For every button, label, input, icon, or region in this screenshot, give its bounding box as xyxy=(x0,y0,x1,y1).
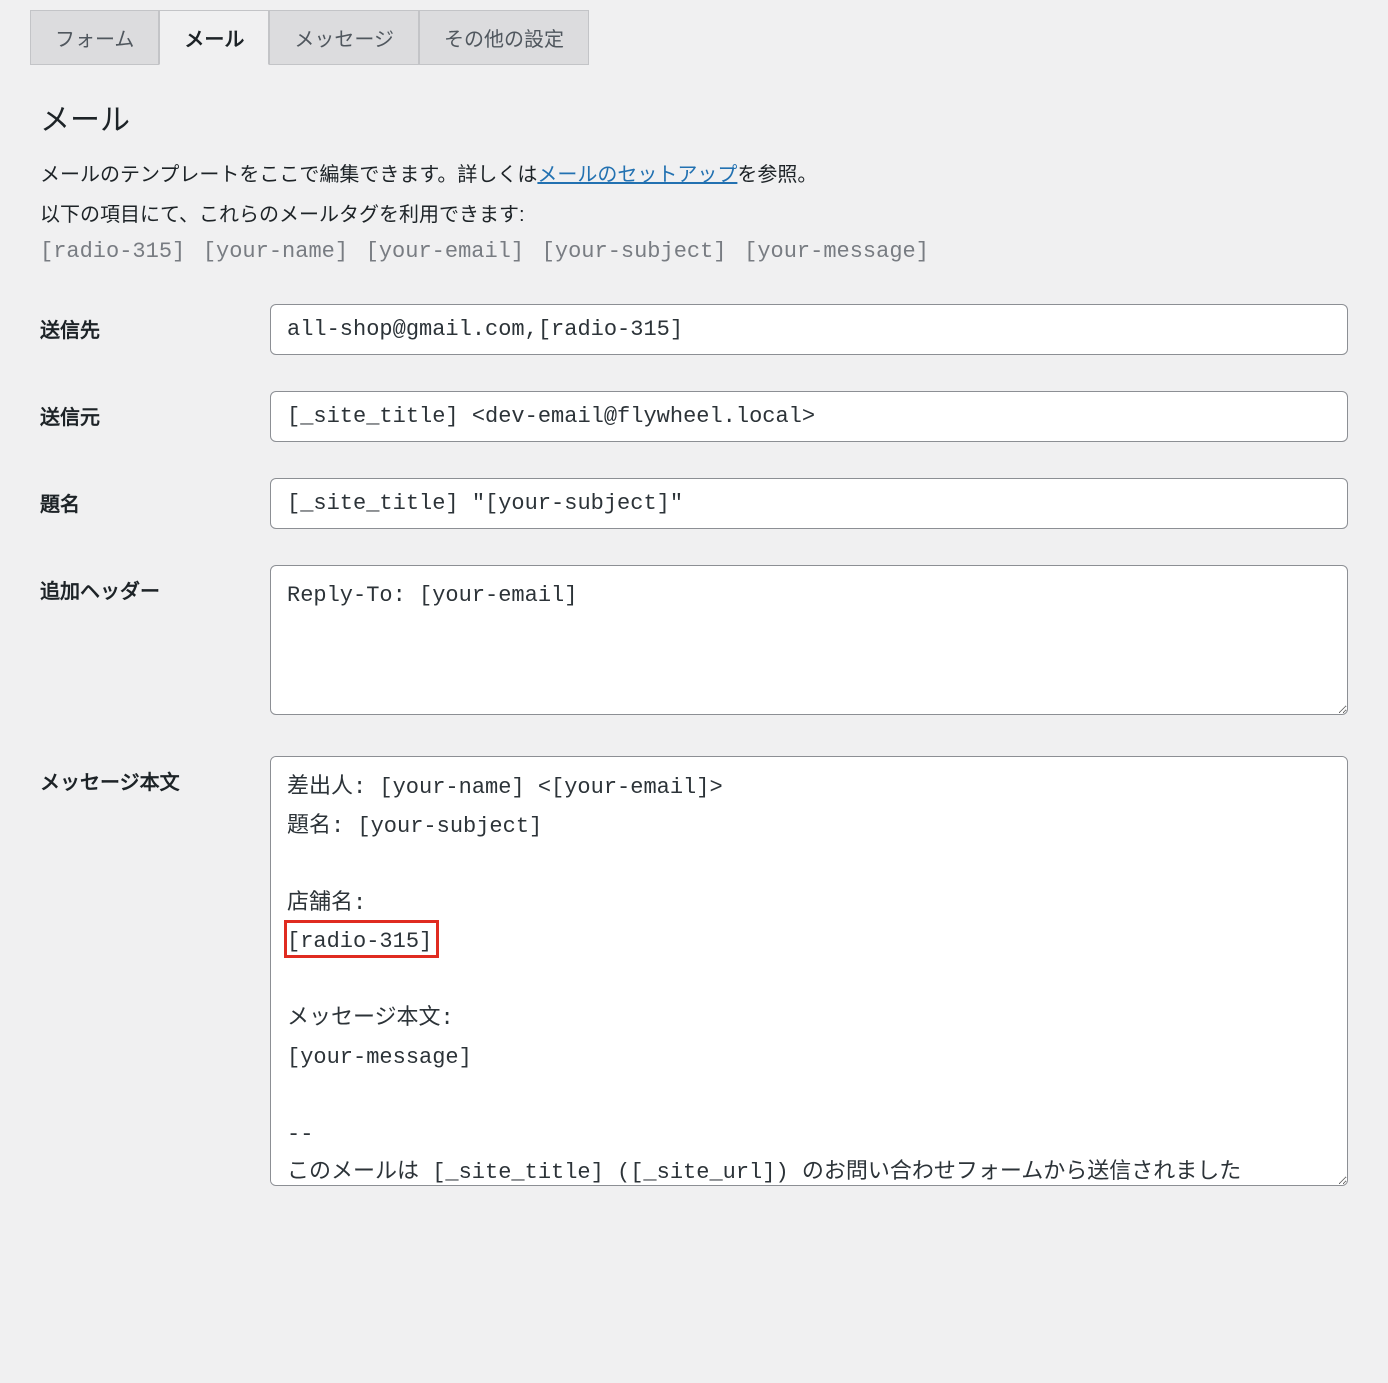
mail-setup-link[interactable]: メールのセットアップ xyxy=(537,164,737,186)
description-suffix: を参照。 xyxy=(737,164,817,186)
input-from[interactable] xyxy=(270,391,1348,442)
description-prefix: メールのテンプレートをここで編集できます。詳しくは xyxy=(40,164,537,186)
tabs-navigation: フォーム メール メッセージ その他の設定 xyxy=(0,0,1388,66)
input-subject[interactable] xyxy=(270,478,1348,529)
textarea-body[interactable]: 差出人: [your-name] <[your-email]> 題名: [you… xyxy=(270,756,1348,1186)
label-subject: 題名 xyxy=(40,478,270,517)
panel-title: メール xyxy=(40,95,1348,139)
mail-tags-list: [radio-315] [your-name] [your-email] [yo… xyxy=(40,239,1348,264)
row-headers: 追加ヘッダー Reply-To: [your-email] xyxy=(40,565,1348,720)
input-to[interactable] xyxy=(270,304,1348,355)
mail-panel: メール メールのテンプレートをここで編集できます。詳しくはメールのセットアップを… xyxy=(0,65,1388,1257)
tab-form[interactable]: フォーム xyxy=(30,10,159,65)
label-from: 送信元 xyxy=(40,391,270,430)
textarea-headers[interactable]: Reply-To: [your-email] xyxy=(270,565,1348,715)
tab-mail[interactable]: メール xyxy=(159,10,269,65)
row-to: 送信先 xyxy=(40,304,1348,355)
panel-description: メールのテンプレートをここで編集できます。詳しくはメールのセットアップを参照。 xyxy=(40,159,1348,191)
tags-intro: 以下の項目にて、これらのメールタグを利用できます: xyxy=(40,199,1348,231)
row-body: メッセージ本文 差出人: [your-name] <[your-email]> … xyxy=(40,756,1348,1191)
label-body: メッセージ本文 xyxy=(40,756,270,795)
tab-additional-settings[interactable]: その他の設定 xyxy=(419,10,589,65)
row-from: 送信元 xyxy=(40,391,1348,442)
tab-messages[interactable]: メッセージ xyxy=(269,10,419,65)
label-to: 送信先 xyxy=(40,304,270,343)
label-headers: 追加ヘッダー xyxy=(40,565,270,604)
row-subject: 題名 xyxy=(40,478,1348,529)
